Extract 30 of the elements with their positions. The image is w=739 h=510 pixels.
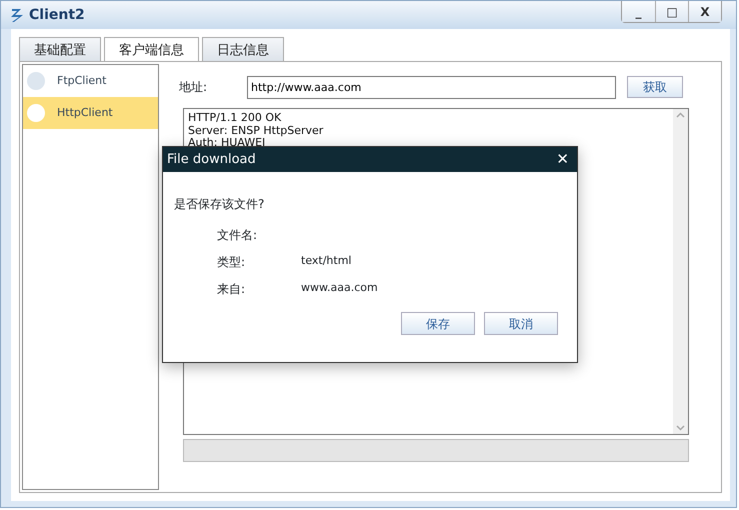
app-icon [9,6,25,24]
save-button[interactable]: 保存 [401,312,475,335]
dialog-question: 是否保存该文件? [174,196,266,213]
close-button[interactable]: X [688,1,721,22]
response-line: Auth: HUAWEI [188,137,266,150]
client-item[interactable]: HttpClient [23,97,158,129]
cancel-button[interactable]: 取消 [484,312,558,335]
scrollbar[interactable] [673,109,688,434]
tab[interactable]: 基础配置 [19,37,101,61]
maximize-button[interactable]: □ [655,1,688,22]
field-label: 来自: [217,281,246,294]
field-label: 文件名: [217,227,258,240]
client-icon [27,72,45,90]
minimize-button[interactable]: _ [622,1,655,22]
response-line: HTTP/1.1 200 OK [188,112,282,124]
field-label: 类型: [217,254,246,267]
response-line: Server: ENSP HttpServer [188,124,324,137]
tab[interactable]: 日志信息 [202,37,284,61]
dialog-title: File download [167,150,256,169]
scroll-up-icon[interactable] [676,112,685,118]
fetch-button[interactable]: 获取 [627,76,683,98]
close-button[interactable]: ✕ [548,148,577,171]
scroll-down-icon[interactable] [676,425,685,431]
tab[interactable]: 客户端信息 [104,37,199,61]
address-label: 地址: [179,79,208,96]
client-icon [27,104,45,122]
field-value: www.aaa.com [301,280,378,294]
address-field[interactable]: http://www.aaa.com [247,76,616,98]
window-title: Client2 [29,6,85,24]
field-value: text/html [301,253,352,267]
